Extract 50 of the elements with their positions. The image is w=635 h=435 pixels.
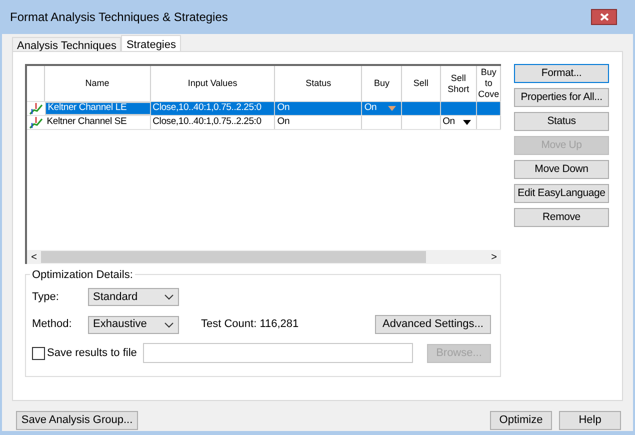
group-title: Optimization Details: xyxy=(30,267,135,284)
table-cell-text: Close,10..40:1,0.75..2.25:0 xyxy=(152,101,262,116)
side-button[interactable]: Format... xyxy=(514,64,609,83)
close-button[interactable] xyxy=(591,9,617,25)
side-button[interactable]: Edit EasyLanguage xyxy=(514,184,609,203)
column-header[interactable]: Status xyxy=(275,66,362,101)
button[interactable]: Save Analysis Group... xyxy=(16,411,138,430)
button[interactable]: Advanced Settings... xyxy=(375,315,491,334)
chevron-down-icon xyxy=(164,322,174,328)
caret-icon xyxy=(388,106,396,111)
checkbox-label: Save results to file xyxy=(47,346,138,361)
side-button[interactable]: Status xyxy=(514,112,609,131)
field-label: Method: xyxy=(32,317,73,332)
column-header[interactable]: Buy xyxy=(362,66,402,101)
table-cell-text: Keltner Channel SE xyxy=(46,115,127,130)
column-header[interactable]: Buy to Cove xyxy=(477,66,501,101)
close-icon xyxy=(600,13,608,21)
horizontal-scrollbar[interactable]: < > xyxy=(27,250,501,264)
field-label: Type: xyxy=(32,290,60,305)
dropdown[interactable]: Exhaustive xyxy=(88,316,179,334)
test-count: Test Count: 116,281 xyxy=(201,317,299,332)
scroll-right-button[interactable]: > xyxy=(487,250,501,264)
table-cell-text: Keltner Channel LE xyxy=(48,101,127,116)
table-cell-text: On xyxy=(277,115,290,130)
column-header[interactable]: Sell xyxy=(402,66,441,101)
table-cell-text: On xyxy=(442,115,455,130)
window-title: Format Analysis Techniques & Strategies xyxy=(10,9,229,26)
tab[interactable]: Strategies xyxy=(121,35,181,51)
tab[interactable]: Analysis Techniques xyxy=(12,37,122,51)
file-path-field[interactable] xyxy=(143,343,413,363)
side-button[interactable]: Move Down xyxy=(514,160,609,179)
strategy-icon xyxy=(28,116,43,128)
table-cell-text: On xyxy=(277,101,290,116)
column-header[interactable]: Input Values xyxy=(150,66,276,101)
dropdown[interactable]: Standard xyxy=(88,288,179,306)
table-row[interactable]: Keltner Channel LE Close,10..40:1,0.75..2.25:0 On On xyxy=(27,102,501,116)
side-button[interactable]: Remove xyxy=(514,208,609,227)
button[interactable]: Help xyxy=(559,411,621,430)
table-row[interactable]: Keltner Channel SE Close,10..40:1,0.75..2.25:0 On On xyxy=(27,116,501,130)
caret-icon xyxy=(463,120,472,125)
scroll-left-button[interactable]: < xyxy=(27,250,41,264)
column-header[interactable]: Name xyxy=(44,66,151,101)
chevron-down-icon xyxy=(164,294,174,300)
checkbox[interactable] xyxy=(32,346,45,360)
table-cell-text: Close,10..40:1,0.75..2.25:0 xyxy=(152,115,262,130)
button[interactable]: Optimize xyxy=(490,411,552,430)
side-button[interactable]: Properties for All... xyxy=(514,88,609,107)
strategy-icon xyxy=(28,102,43,114)
table-cell-text: On xyxy=(364,101,377,116)
column-header[interactable]: Sell Short xyxy=(440,66,478,101)
